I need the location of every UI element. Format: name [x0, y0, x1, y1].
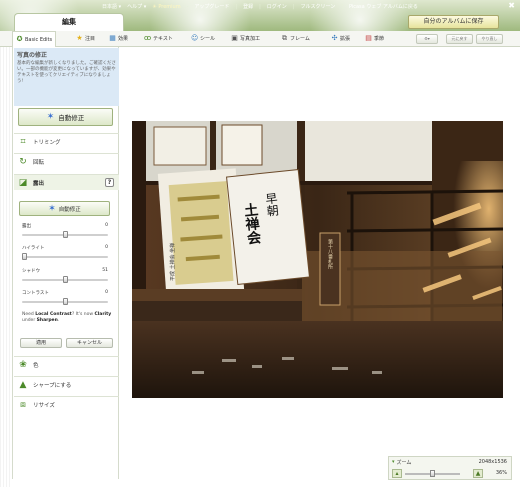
slider-handle[interactable] — [62, 231, 68, 238]
sharpen-icon: ▲ — [19, 379, 27, 390]
cancel-button[interactable]: キャンセル — [66, 338, 113, 348]
slider-handle[interactable] — [22, 253, 27, 260]
image-dimensions: 2048x1536 — [478, 459, 507, 465]
premium-link[interactable]: ☀ Premium — [152, 4, 180, 10]
auto-fix-button[interactable]: ✶ 自動修正 — [18, 108, 113, 126]
close-icon[interactable]: ✖ — [508, 1, 515, 10]
rotate-icon: ↻ — [19, 156, 27, 167]
register-link[interactable]: 登録 — [243, 3, 253, 10]
top-nav: 日本語 ▾ ヘルプ ▾ ☀ Premium - アップグレード | 登録 | ロ… — [102, 3, 418, 11]
shadows-slider-label: シャドウ — [22, 269, 40, 274]
section-resize[interactable]: ⧈ リサイズ — [14, 396, 119, 412]
zoom-slider-handle[interactable] — [430, 470, 435, 477]
photo-post-text: 第十八番札所 — [327, 238, 333, 270]
tab-stickers[interactable]: ☺ シール — [191, 33, 215, 44]
photo-sign-main-1: 早朝 — [263, 192, 279, 217]
help-menu[interactable]: ヘルプ ▾ — [127, 3, 146, 10]
highlights-slider-label: ハイライト — [22, 246, 45, 251]
upgrade-link[interactable]: アップグレード — [194, 3, 229, 10]
basic-edits-icon: ✪ — [16, 35, 23, 43]
section-rotate[interactable]: ↻ 回転 — [14, 153, 119, 169]
info-text: 基本的な編集が新しくなりました。ご確認ください。一部の機能が変更になっていますが… — [17, 61, 116, 84]
section-sharpen[interactable]: ▲ シャープにする — [14, 376, 119, 392]
tab-basic-edits[interactable]: ✪ Basic Edits — [12, 31, 57, 47]
tab-featured[interactable]: ★ 注目 — [76, 33, 95, 44]
tab-seasonal[interactable]: ▤ 季節 — [365, 33, 384, 44]
resize-icon: ⧈ — [20, 399, 26, 410]
gear-menu-button[interactable]: ⚙▾ — [416, 34, 438, 44]
edit-tab[interactable]: 編集 — [14, 13, 124, 31]
tab-effects[interactable]: ▦ 効果 — [109, 33, 128, 44]
zoom-out-icon[interactable]: ▴ — [392, 469, 402, 478]
info-title: 写真の修正 — [17, 52, 48, 59]
language-menu[interactable]: 日本語 ▾ — [102, 3, 121, 10]
highlights-slider-value: 0 — [105, 245, 108, 250]
background-pattern — [0, 47, 12, 487]
exposure-slider[interactable] — [22, 231, 108, 238]
tab-frames[interactable]: ⧉ フレーム — [281, 33, 310, 44]
section-crop[interactable]: ⌗ トリミング — [14, 133, 119, 149]
effects-icon: ▦ — [109, 34, 116, 42]
exposure-slider-value: 0 — [105, 223, 108, 228]
text-icon: ꝏ — [144, 34, 152, 42]
basic-edits-sidebar: 写真の修正 基本的な編集が新しくなりました。ご確認ください。一部の機能が変更にな… — [12, 47, 119, 479]
magic-wand-icon: ✶ — [46, 112, 55, 122]
save-to-album-button[interactable]: 自分のアルバムに保存 — [408, 15, 499, 29]
tab-touch-up[interactable]: ▣ 写真加工 — [231, 33, 260, 44]
redo-button[interactable]: やり直し — [476, 34, 503, 44]
exposure-slider-label: 露出 — [22, 224, 31, 229]
section-exposure[interactable]: ◪ 露出 ? — [14, 174, 119, 190]
login-link[interactable]: ログイン — [267, 3, 287, 10]
magic-wand-icon: ✶ — [48, 203, 56, 214]
crop-icon: ⌗ — [20, 136, 26, 147]
section-colors[interactable]: ❀ 色 — [14, 356, 119, 372]
contrast-slider[interactable] — [22, 298, 108, 305]
frame-icon: ⧉ — [282, 34, 287, 42]
shadows-slider[interactable] — [22, 276, 108, 283]
help-button[interactable]: ? — [105, 178, 114, 187]
edit-toolbar: ✪ Basic Edits ★ 注目 ▦ 効果 ꝏ テキスト ☺ シール ▣ 写… — [0, 31, 520, 47]
apply-button[interactable]: 適用 — [20, 338, 62, 348]
info-box: 写真の修正 基本的な編集が新しくなりました。ご確認ください。一部の機能が変更にな… — [14, 48, 119, 106]
zoom-percent: 36% — [495, 470, 507, 476]
zoom-panel: ▾ ズーム 2048x1536 ▴ ▲ 36% — [388, 456, 512, 480]
top-bar: 日本語 ▾ ヘルプ ▾ ☀ Premium - アップグレード | 登録 | ロ… — [0, 0, 520, 31]
star-icon: ★ — [76, 34, 83, 42]
highlights-slider[interactable] — [22, 253, 108, 260]
fullscreen-link[interactable]: フルスクリーン — [301, 3, 336, 10]
zoom-slider[interactable] — [405, 470, 460, 477]
photo-image: 平成 土禅会 坐禅 早朝 土禅会 第十八番札所 — [132, 121, 503, 398]
slider-handle[interactable] — [62, 298, 68, 305]
photo-sign-text: 平成 土禅会 坐禅 — [169, 243, 176, 281]
back-to-picasa-link[interactable]: Picasa ウェブ アルバムに戻る — [349, 3, 418, 10]
contrast-slider-value: 0 — [105, 290, 108, 295]
clarity-hint: Need Local Contrast? It's now Clarity un… — [22, 312, 112, 323]
seasonal-icon: ▤ — [365, 34, 372, 42]
sticker-icon: ☺ — [191, 34, 199, 42]
tab-text[interactable]: ꝏ テキスト — [144, 33, 173, 44]
exposure-icon: ◪ — [18, 177, 28, 188]
collapse-arrow-icon[interactable]: ▾ — [392, 459, 395, 466]
tab-advanced[interactable]: ✣ 拡張 — [331, 33, 350, 44]
zoom-in-icon[interactable]: ▲ — [473, 469, 483, 478]
undo-button[interactable]: 元に戻す — [446, 34, 473, 44]
edited-photo[interactable]: 平成 土禅会 坐禅 早朝 土禅会 第十八番札所 — [132, 121, 503, 398]
zoom-label: ▾ ズーム — [392, 459, 412, 466]
touch-up-icon: ▣ — [231, 34, 238, 42]
advanced-icon: ✣ — [331, 34, 338, 42]
shadows-slider-value: 51 — [102, 268, 108, 273]
palette-icon: ❀ — [19, 359, 27, 370]
exposure-auto-fix-button[interactable]: ✶ 自動修正 — [19, 201, 110, 216]
contrast-slider-label: コントラスト — [22, 291, 49, 296]
slider-handle[interactable] — [63, 276, 69, 283]
